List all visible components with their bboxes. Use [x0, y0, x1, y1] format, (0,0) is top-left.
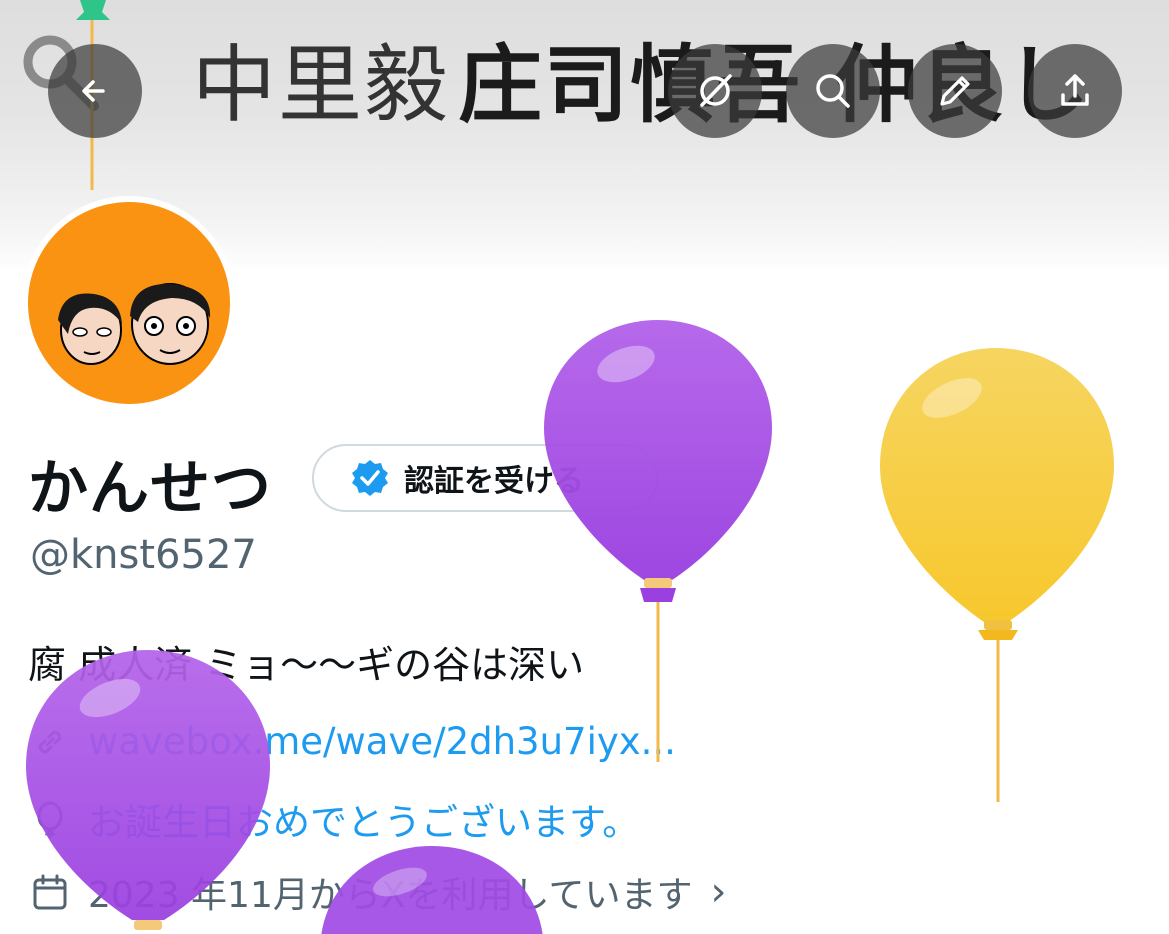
grok-button[interactable] — [668, 44, 762, 138]
back-button[interactable] — [48, 44, 142, 138]
avatar-illustration — [58, 283, 211, 365]
back-arrow-icon — [82, 80, 105, 102]
edit-button[interactable] — [908, 44, 1002, 138]
banner-text-left: 中里毅 — [192, 36, 451, 134]
avatar-frame[interactable] — [22, 196, 236, 410]
verified-badge-icon — [352, 460, 388, 496]
share-button[interactable] — [1028, 44, 1122, 138]
pencil-icon — [940, 76, 970, 106]
grok-icon — [700, 74, 732, 107]
chevron-right-icon: › — [710, 869, 727, 915]
display-name: かんせつ — [28, 454, 272, 524]
purple-balloon-decoration-bottom — [321, 846, 543, 934]
share-icon — [1061, 74, 1089, 106]
purple-balloon-decoration-left — [26, 650, 270, 930]
user-handle: @knst6527 — [30, 532, 257, 578]
yellow-balloon-decoration — [880, 348, 1114, 802]
search-icon — [816, 74, 850, 108]
purple-balloon-decoration — [544, 320, 772, 762]
search-button[interactable] — [786, 44, 880, 138]
avatar[interactable] — [28, 202, 230, 404]
